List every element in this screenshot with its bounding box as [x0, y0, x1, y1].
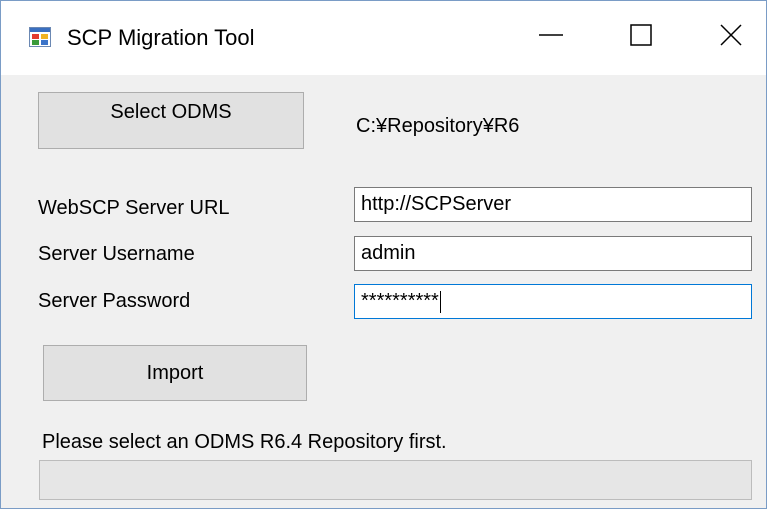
server-password-input[interactable]: ********** — [354, 284, 752, 319]
text-caret — [439, 290, 441, 313]
window-title: SCP Migration Tool — [67, 25, 255, 50]
server-url-input[interactable]: http://SCPServer — [354, 187, 752, 222]
maximize-button[interactable] — [601, 1, 681, 73]
server-username-label: Server Username — [38, 243, 195, 265]
app-window: SCP Migration Tool Select ODMS C:¥Reposi… — [0, 0, 767, 509]
server-username-input[interactable]: admin — [354, 236, 752, 271]
close-button[interactable] — [691, 1, 767, 73]
minimize-button[interactable] — [511, 1, 591, 73]
repository-path-label: C:¥Repository¥R6 — [356, 115, 520, 137]
winforms-app-icon — [29, 27, 51, 47]
server-password-value: ********** — [361, 290, 439, 312]
close-icon — [719, 23, 743, 52]
server-url-value: http://SCPServer — [361, 193, 512, 215]
status-message: Please select an ODMS R6.4 Repository fi… — [42, 431, 447, 453]
minimize-icon — [537, 21, 565, 54]
title-bar[interactable]: SCP Migration Tool — [1, 1, 766, 75]
select-odms-button[interactable]: Select ODMS — [38, 92, 304, 149]
maximize-icon — [629, 23, 653, 52]
progress-bar — [39, 460, 752, 500]
server-password-label: Server Password — [38, 290, 191, 312]
server-username-value: admin — [361, 242, 416, 264]
server-url-label: WebSCP Server URL — [38, 197, 230, 219]
import-button[interactable]: Import — [43, 345, 307, 401]
